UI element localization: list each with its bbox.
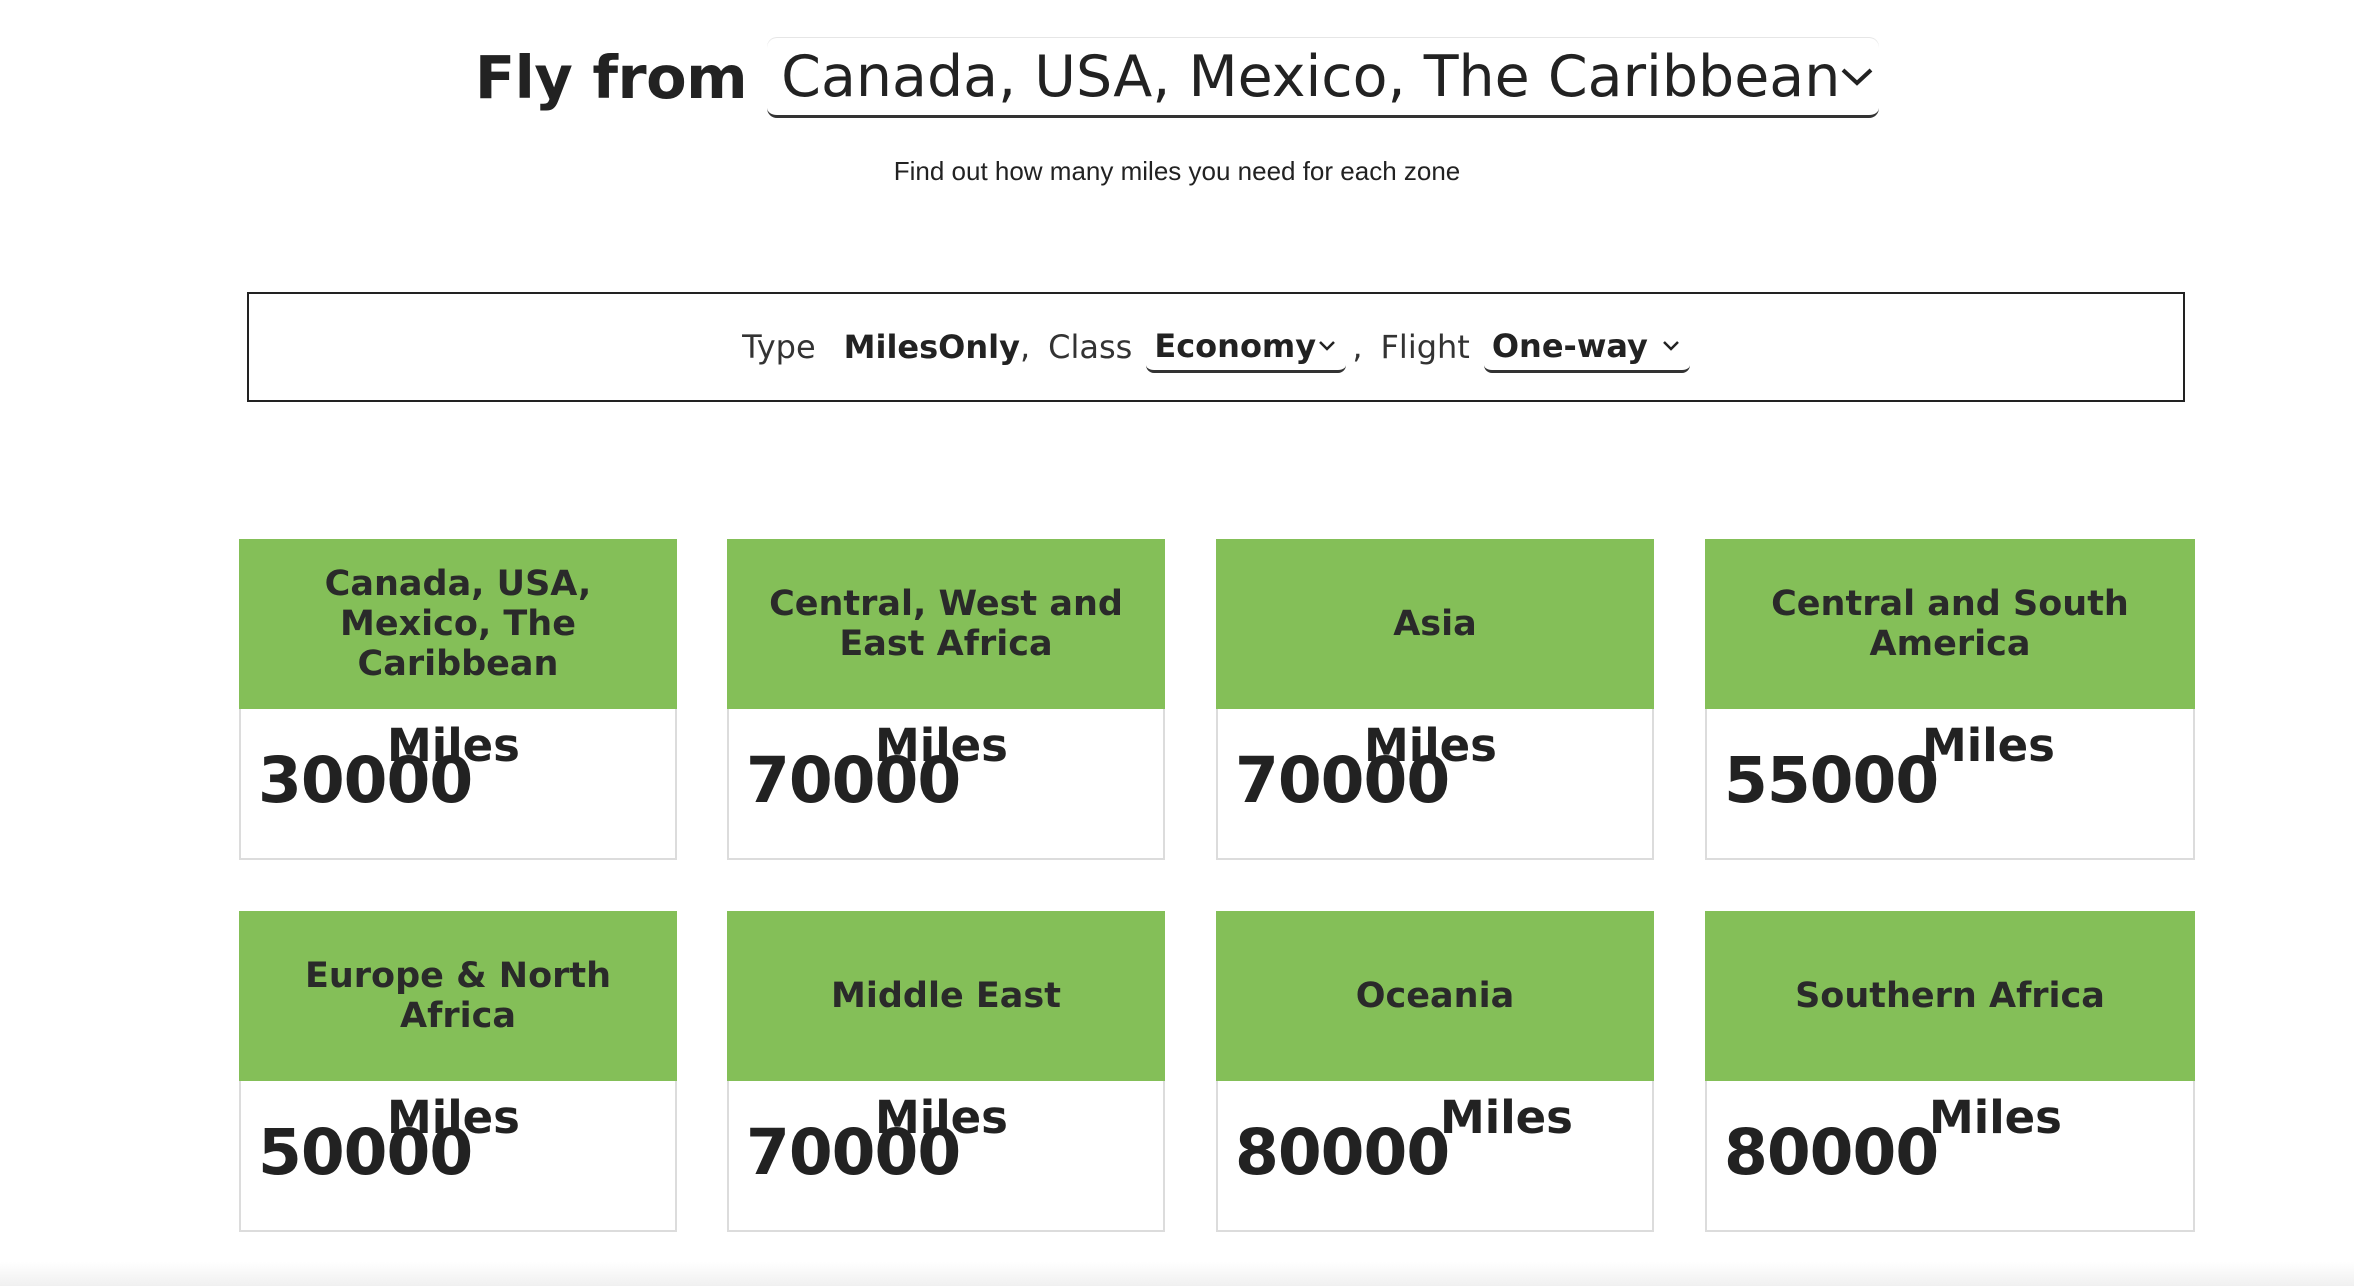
miles-value: 55000 [1724,744,1939,817]
chevron-down-icon [1660,335,1682,357]
chevron-down-icon [1840,60,1874,94]
miles-unit: Miles [387,719,520,772]
miles-unit: Miles [1922,719,2055,772]
zone-card-header: Europe & North Africa [239,911,677,1081]
type-label: Type [742,328,816,366]
zone-card[interactable]: Middle East 70000 Miles [727,911,1165,1232]
page-bottom-edge [0,1262,2354,1286]
class-value: Economy [1154,326,1317,365]
zone-card-body: 70000 Miles [729,1081,1163,1230]
zone-card-body: 80000 Miles [1218,1081,1652,1230]
zone-card-header: Southern Africa [1705,911,2195,1081]
zone-card[interactable]: Asia 70000 Miles [1216,539,1654,860]
zone-name: Oceania [1355,976,1515,1016]
zone-card-header: Central and South America [1705,539,2195,709]
fly-from-header: Fly from Canada, USA, Mexico, The Caribb… [0,38,2354,118]
zone-card-header: Canada, USA, Mexico, The Caribbean [239,539,677,709]
separator: , [1352,328,1363,366]
chevron-down-icon [1316,335,1338,357]
zone-card-header: Oceania [1216,911,1654,1081]
zone-card-body: 50000 Miles [241,1081,675,1230]
zone-card[interactable]: Oceania 80000 Miles [1216,911,1654,1232]
zone-name: Southern Africa [1795,976,2105,1016]
miles-unit: Miles [875,1091,1008,1144]
flight-label: Flight [1380,328,1470,366]
zone-name: Canada, USA, Mexico, The Caribbean [324,564,592,684]
zone-card-body: 30000 Miles [241,709,675,858]
zone-name: Europe & North Africa [304,956,612,1036]
zone-name: Central, West and East Africa [769,584,1123,664]
zone-card[interactable]: Europe & North Africa 50000 Miles [239,911,677,1232]
origin-zone-value: Canada, USA, Mexico, The Caribbean [781,43,1841,110]
zone-card-header: Central, West and East Africa [727,539,1165,709]
miles-value: 80000 [1724,1116,1939,1189]
flight-select[interactable]: One-way [1483,321,1690,373]
zone-card-header: Asia [1216,539,1654,709]
miles-unit: Miles [875,719,1008,772]
type-value: MilesOnly [843,328,1020,366]
fly-from-label: Fly from [474,43,748,112]
zone-name: Middle East [831,976,1061,1016]
page: Fly from Canada, USA, Mexico, The Caribb… [0,0,2354,1286]
miles-value: 80000 [1235,1116,1450,1189]
zone-card[interactable]: Central and South America 55000 Miles [1705,539,2195,860]
flight-value: One-way [1491,326,1648,365]
zone-name: Asia [1393,604,1477,644]
zone-card-body: 55000 Miles [1707,709,2193,858]
zone-card-body: 70000 Miles [1218,709,1652,858]
separator: , [1019,328,1031,366]
class-select[interactable]: Economy [1146,321,1347,373]
zone-card-body: 80000 Miles [1707,1081,2193,1230]
zone-card[interactable]: Central, West and East Africa 70000 Mile… [727,539,1165,860]
filter-bar: Type MilesOnly , Class Economy , Flight … [247,292,2185,402]
miles-unit: Miles [1929,1091,2062,1144]
zone-card[interactable]: Canada, USA, Mexico, The Caribbean 30000… [239,539,677,860]
miles-unit: Miles [1364,719,1497,772]
zone-card-header: Middle East [727,911,1165,1081]
origin-zone-select[interactable]: Canada, USA, Mexico, The Caribbean [767,38,1880,118]
miles-unit: Miles [1440,1091,1573,1144]
miles-unit: Miles [387,1091,520,1144]
class-label: Class [1048,328,1133,366]
zone-card-body: 70000 Miles [729,709,1163,858]
zone-name: Central and South America [1771,584,2129,664]
subtitle: Find out how many miles you need for eac… [893,156,1461,186]
zone-card[interactable]: Southern Africa 80000 Miles [1705,911,2195,1232]
